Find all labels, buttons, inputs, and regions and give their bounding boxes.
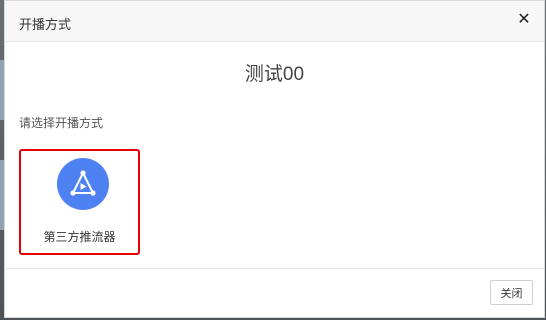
method-label: 第三方推流器 [43, 230, 116, 244]
dialog-footer: 关闭 [5, 268, 544, 317]
select-method-prompt: 请选择开播方式 [19, 116, 104, 130]
dialog-title: 开播方式 [19, 17, 72, 32]
live-mode-dialog: 开播方式 ✕ 测试00 请选择开播方式 第三方推流器 关闭 [4, 0, 545, 318]
close-button[interactable]: 关闭 [490, 280, 533, 305]
dialog-header: 开播方式 ✕ [5, 1, 544, 42]
push-stream-icon [57, 158, 109, 210]
close-icon[interactable]: ✕ [516, 12, 532, 28]
stream-name: 测试00 [244, 64, 305, 85]
method-card-third-party-pusher[interactable]: 第三方推流器 [19, 149, 140, 255]
